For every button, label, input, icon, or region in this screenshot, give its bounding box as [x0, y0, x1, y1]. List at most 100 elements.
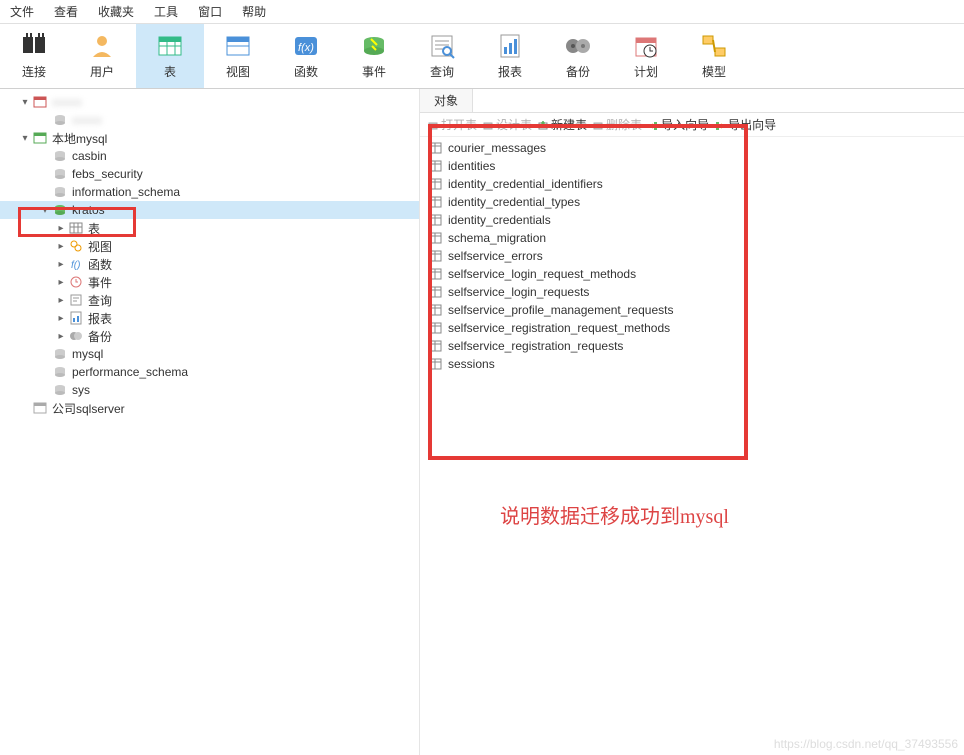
query-icon	[429, 33, 455, 59]
menu-file[interactable]: 文件	[10, 3, 34, 20]
table-row[interactable]: identity_credentials	[420, 211, 964, 229]
tree-node[interactable]: xxxxx	[0, 111, 419, 129]
menu-favorites[interactable]: 收藏夹	[98, 3, 134, 20]
chevron-icon[interactable]: ▾	[18, 133, 32, 144]
table-row[interactable]: identity_credential_identifiers	[420, 175, 964, 193]
toolbar-event-button[interactable]: 事件	[340, 24, 408, 88]
toolbar-backup-button[interactable]: 备份	[544, 24, 612, 88]
table-row[interactable]: selfservice_registration_request_methods	[420, 319, 964, 337]
toolbar-connect-button[interactable]: 连接	[0, 24, 68, 88]
table-row[interactable]: selfservice_login_requests	[420, 283, 964, 301]
connect-icon	[21, 33, 47, 59]
toolbar-table-button[interactable]: 表	[136, 24, 204, 88]
table-name: courier_messages	[448, 141, 546, 155]
tree-node[interactable]: ▾本地mysql	[0, 129, 419, 147]
table-actionbar: 打开表 设计表 新建表 删除表 导入向导 导出向导	[420, 113, 964, 137]
open-table-button[interactable]: 打开表	[428, 116, 477, 133]
toolbar-query-button[interactable]: 查询	[408, 24, 476, 88]
table-list[interactable]: courier_messages identities identity_crede…	[420, 137, 964, 375]
design-table-button[interactable]: 设计表	[483, 116, 532, 133]
tree-node-label: kratos	[72, 203, 105, 217]
toolbar-model-button[interactable]: 模型	[680, 24, 748, 88]
query-icon	[68, 293, 84, 307]
chevron-icon[interactable]: ▸	[54, 313, 68, 324]
tree-node[interactable]: casbin	[0, 147, 419, 165]
toolbar-schedule-button[interactable]: 计划	[612, 24, 680, 88]
tree-node[interactable]: ▸事件	[0, 273, 419, 291]
menu-help[interactable]: 帮助	[242, 3, 266, 20]
toolbar-user-button[interactable]: 用户	[68, 24, 136, 88]
chevron-icon[interactable]: ▸	[54, 331, 68, 342]
table-row[interactable]: selfservice_registration_requests	[420, 337, 964, 355]
table-row[interactable]: sessions	[420, 355, 964, 373]
toolbar-report-button[interactable]: 报表	[476, 24, 544, 88]
table-icon	[430, 214, 444, 226]
table-name: identity_credentials	[448, 213, 551, 227]
table-icon	[430, 268, 444, 280]
export-wizard-button[interactable]: 导出向导	[715, 116, 776, 133]
tree-node[interactable]: ▸查询	[0, 291, 419, 309]
table-icon	[430, 286, 444, 298]
content-panel: 对象 打开表 设计表 新建表 删除表 导入向导 导出向导 courier_mes…	[420, 89, 964, 755]
toolbar-function-button[interactable]: 函数	[272, 24, 340, 88]
toolbar-view-button[interactable]: 视图	[204, 24, 272, 88]
table-row[interactable]: identity_credential_types	[420, 193, 964, 211]
tree-node[interactable]: febs_security	[0, 165, 419, 183]
tree-node-label: 公司sqlserver	[52, 400, 125, 417]
tree-node[interactable]: ▸表	[0, 219, 419, 237]
chevron-icon[interactable]: ▸	[54, 259, 68, 270]
chevron-icon[interactable]: ▸	[54, 223, 68, 234]
table-row[interactable]: identities	[420, 157, 964, 175]
tree-node[interactable]: information_schema	[0, 183, 419, 201]
tree-node[interactable]: mysql	[0, 345, 419, 363]
tree-node-label: mysql	[72, 347, 103, 361]
import-wizard-button[interactable]: 导入向导	[648, 116, 709, 133]
tree-node[interactable]: performance_schema	[0, 363, 419, 381]
tree-node-label: 函数	[88, 256, 112, 273]
table-icon	[430, 142, 444, 154]
table-name: selfservice_login_requests	[448, 285, 589, 299]
func-icon: f()	[68, 257, 84, 271]
menu-tools[interactable]: 工具	[154, 3, 178, 20]
table-icon	[430, 340, 444, 352]
chevron-icon[interactable]: ▾	[38, 205, 52, 216]
connection-tree[interactable]: ▾xxxxxxxxxx▾本地mysqlcasbinfebs_securityin…	[0, 89, 420, 755]
tree-node[interactable]: ▸视图	[0, 237, 419, 255]
menu-view[interactable]: 查看	[54, 3, 78, 20]
tab-objects[interactable]: 对象	[420, 89, 473, 112]
tree-node[interactable]: ▾xxxxx	[0, 93, 419, 111]
table-icon	[430, 178, 444, 190]
table-row[interactable]: selfservice_profile_management_requests	[420, 301, 964, 319]
tree-node[interactable]: 公司sqlserver	[0, 399, 419, 417]
table-name: selfservice_errors	[448, 249, 543, 263]
table-icon	[430, 232, 444, 244]
menu-window[interactable]: 窗口	[198, 3, 222, 20]
table-name: selfservice_registration_requests	[448, 339, 623, 353]
chevron-icon[interactable]: ▸	[54, 241, 68, 252]
tree-node[interactable]: ▸报表	[0, 309, 419, 327]
table-icon	[430, 196, 444, 208]
chevron-icon[interactable]: ▸	[54, 277, 68, 288]
table-row[interactable]: selfservice_errors	[420, 247, 964, 265]
table-row[interactable]: selfservice_login_request_methods	[420, 265, 964, 283]
tree-node[interactable]: ▾ kratos	[0, 201, 419, 219]
chevron-icon[interactable]: ▸	[54, 295, 68, 306]
user-icon	[89, 33, 115, 59]
delete-table-button[interactable]: 删除表	[593, 116, 642, 133]
new-table-button[interactable]: 新建表	[538, 116, 587, 133]
db-grey-icon	[52, 365, 68, 379]
table-row[interactable]: courier_messages	[420, 139, 964, 157]
chevron-icon[interactable]: ▾	[18, 97, 32, 108]
table-icon	[430, 160, 444, 172]
tree-node[interactable]: ▸备份	[0, 327, 419, 345]
tree-node[interactable]: ▸f() 函数	[0, 255, 419, 273]
table-name: identities	[448, 159, 495, 173]
event-icon	[361, 33, 387, 59]
watermark: https://blog.csdn.net/qq_37493556	[774, 737, 958, 751]
db-grey-icon	[52, 113, 68, 127]
table-icon	[430, 358, 444, 370]
db-grey-icon	[52, 383, 68, 397]
tree-node[interactable]: sys	[0, 381, 419, 399]
table-row[interactable]: schema_migration	[420, 229, 964, 247]
table-icon	[430, 322, 444, 334]
